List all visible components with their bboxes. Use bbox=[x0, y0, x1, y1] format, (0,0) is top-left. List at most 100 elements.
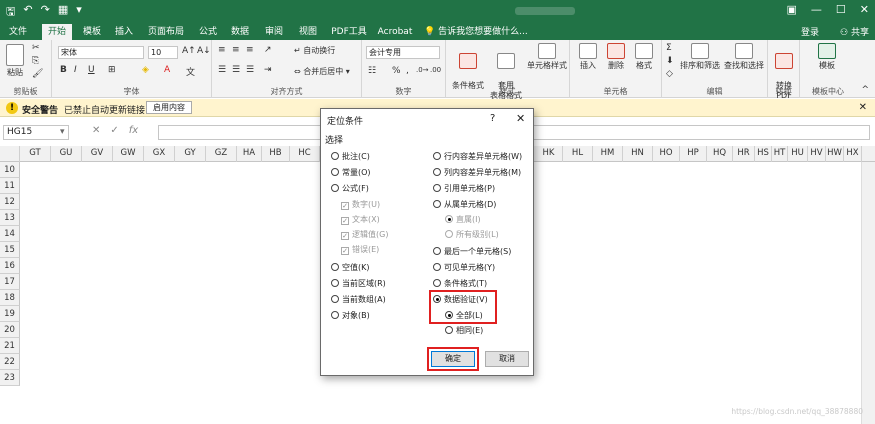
column-header[interactable]: GV bbox=[82, 146, 113, 162]
row-header[interactable]: 23 bbox=[0, 370, 20, 386]
option-formulas[interactable]: 公式(F) bbox=[331, 183, 369, 195]
number-format-combo[interactable]: 会计专用 bbox=[366, 46, 440, 59]
column-header[interactable]: HN bbox=[623, 146, 653, 162]
row-header[interactable]: 10 bbox=[0, 162, 20, 178]
maximize-icon[interactable]: ☐ bbox=[836, 3, 846, 16]
align-right-icon[interactable]: ☰ bbox=[246, 65, 254, 75]
align-middle-icon[interactable]: ≡ bbox=[232, 45, 240, 55]
tab-page-layout[interactable]: 页面布局 bbox=[146, 24, 186, 40]
column-header[interactable]: HV bbox=[808, 146, 826, 162]
fill-color-icon[interactable]: ◈ bbox=[142, 65, 149, 75]
name-box-dropdown-icon[interactable]: ▾ bbox=[60, 127, 65, 137]
option-current-array[interactable]: 当前数组(A) bbox=[331, 294, 386, 306]
bold-icon[interactable]: B bbox=[60, 65, 67, 75]
tab-view[interactable]: 视图 bbox=[296, 24, 320, 40]
ribbon-display-icon[interactable]: ▣ bbox=[787, 3, 797, 16]
insert-cells-button[interactable]: 插入 bbox=[576, 43, 600, 71]
column-header[interactable]: HM bbox=[593, 146, 623, 162]
column-header[interactable]: HA bbox=[237, 146, 262, 162]
column-header[interactable]: HQ bbox=[707, 146, 733, 162]
option-validation-same[interactable]: 相同(E) bbox=[445, 325, 483, 337]
column-header[interactable]: HB bbox=[262, 146, 290, 162]
quick-icon[interactable]: ▦ bbox=[58, 3, 68, 22]
tab-file[interactable]: 文件 bbox=[6, 24, 30, 40]
font-color-icon[interactable]: A bbox=[164, 65, 170, 75]
save-icon[interactable]: 🖫 bbox=[6, 3, 15, 22]
tab-formulas[interactable]: 公式 bbox=[196, 24, 220, 40]
percent-icon[interactable]: % bbox=[392, 66, 401, 76]
option-comments[interactable]: 批注(C) bbox=[331, 151, 370, 163]
select-all-corner[interactable] bbox=[0, 146, 20, 162]
close-window-icon[interactable]: ✕ bbox=[860, 3, 869, 16]
column-header[interactable]: HS bbox=[755, 146, 772, 162]
tab-pdf-tools[interactable]: PDF工具 bbox=[330, 24, 368, 40]
find-select-button[interactable]: 查找和选择 bbox=[722, 43, 766, 71]
row-header[interactable]: 11 bbox=[0, 178, 20, 194]
increase-decimal-icon[interactable]: .0→ bbox=[416, 66, 429, 74]
vertical-scrollbar[interactable] bbox=[861, 162, 875, 424]
minimize-icon[interactable]: — bbox=[811, 3, 822, 16]
column-header[interactable]: HX bbox=[844, 146, 862, 162]
autosum-icon[interactable]: Σ bbox=[666, 43, 672, 53]
cell-styles-button[interactable]: 单元格样式 bbox=[526, 43, 568, 71]
column-header[interactable]: HR bbox=[733, 146, 755, 162]
clear-icon[interactable]: ◇ bbox=[666, 69, 673, 79]
column-header[interactable]: HT bbox=[772, 146, 788, 162]
column-header[interactable]: HW bbox=[826, 146, 844, 162]
fill-icon[interactable]: ⬇ bbox=[666, 56, 674, 66]
copy-icon[interactable]: ⎘ bbox=[32, 56, 39, 66]
cut-icon[interactable]: ✂ bbox=[32, 43, 40, 53]
column-header[interactable]: GY bbox=[175, 146, 206, 162]
tab-home[interactable]: 开始 bbox=[42, 24, 72, 40]
enter-icon[interactable]: ✓ bbox=[110, 125, 118, 136]
column-header[interactable]: HU bbox=[788, 146, 808, 162]
column-header[interactable]: GU bbox=[51, 146, 82, 162]
help-icon[interactable]: ? bbox=[490, 113, 495, 124]
tab-acrobat[interactable]: Acrobat bbox=[376, 24, 414, 40]
conditional-format-button[interactable]: 条件格式 bbox=[450, 43, 486, 91]
delete-cells-button[interactable]: 删除 bbox=[604, 43, 628, 71]
comma-icon[interactable]: , bbox=[406, 66, 409, 76]
decrease-decimal-icon[interactable]: .00 bbox=[430, 66, 441, 74]
cancel-button[interactable]: 取消 bbox=[485, 351, 529, 367]
sign-in-link[interactable]: 登录 bbox=[801, 25, 819, 38]
cancel-icon[interactable]: ✕ bbox=[92, 125, 100, 136]
redo-icon[interactable]: ↷ bbox=[41, 3, 50, 22]
format-painter-icon[interactable]: 🖌 bbox=[32, 69, 43, 79]
border-icon[interactable]: ⊞ bbox=[108, 65, 116, 75]
sort-filter-button[interactable]: 排序和筛选 bbox=[678, 43, 722, 71]
column-header[interactable]: GX bbox=[144, 146, 175, 162]
option-visible-cells[interactable]: 可见单元格(Y) bbox=[433, 262, 495, 274]
collapse-ribbon-icon[interactable]: ^ bbox=[861, 85, 869, 95]
paste-button[interactable]: 粘贴 bbox=[4, 44, 26, 78]
align-center-icon[interactable]: ☰ bbox=[232, 65, 240, 75]
option-conditional-formats[interactable]: 条件格式(T) bbox=[433, 278, 487, 290]
row-header[interactable]: 13 bbox=[0, 210, 20, 226]
option-precedents[interactable]: 引用单元格(P) bbox=[433, 183, 495, 195]
tab-template[interactable]: 模板 bbox=[80, 24, 104, 40]
underline-icon[interactable]: U bbox=[88, 65, 95, 75]
row-header[interactable]: 12 bbox=[0, 194, 20, 210]
column-header[interactable]: HL bbox=[563, 146, 593, 162]
tell-me-box[interactable]: 💡 告诉我您想要做什么... bbox=[424, 24, 544, 40]
row-header[interactable]: 19 bbox=[0, 306, 20, 322]
row-header[interactable]: 15 bbox=[0, 242, 20, 258]
shrink-font-icon[interactable]: A↓ bbox=[197, 46, 211, 56]
share-button[interactable]: ⚇ 共享 bbox=[840, 25, 869, 38]
option-current-region[interactable]: 当前区域(R) bbox=[331, 278, 386, 290]
column-header[interactable]: HO bbox=[653, 146, 680, 162]
orientation-icon[interactable]: ↗ bbox=[264, 45, 272, 55]
row-header[interactable]: 21 bbox=[0, 338, 20, 354]
insert-function-icon[interactable]: fx bbox=[129, 125, 138, 136]
tab-data[interactable]: 数据 bbox=[228, 24, 252, 40]
indent-icon[interactable]: ⇥ bbox=[264, 65, 272, 75]
format-cells-button[interactable]: 格式 bbox=[632, 43, 656, 71]
option-blanks[interactable]: 空值(K) bbox=[331, 262, 370, 274]
enable-content-button[interactable]: 启用内容 bbox=[146, 101, 192, 114]
option-dependents[interactable]: 从属单元格(D) bbox=[433, 199, 496, 211]
column-header[interactable]: GW bbox=[113, 146, 144, 162]
row-header[interactable]: 18 bbox=[0, 290, 20, 306]
template-button[interactable]: 模板 bbox=[814, 43, 840, 71]
row-header[interactable]: 22 bbox=[0, 354, 20, 370]
wrap-text-button[interactable]: ↵ 自动换行 bbox=[294, 46, 335, 56]
